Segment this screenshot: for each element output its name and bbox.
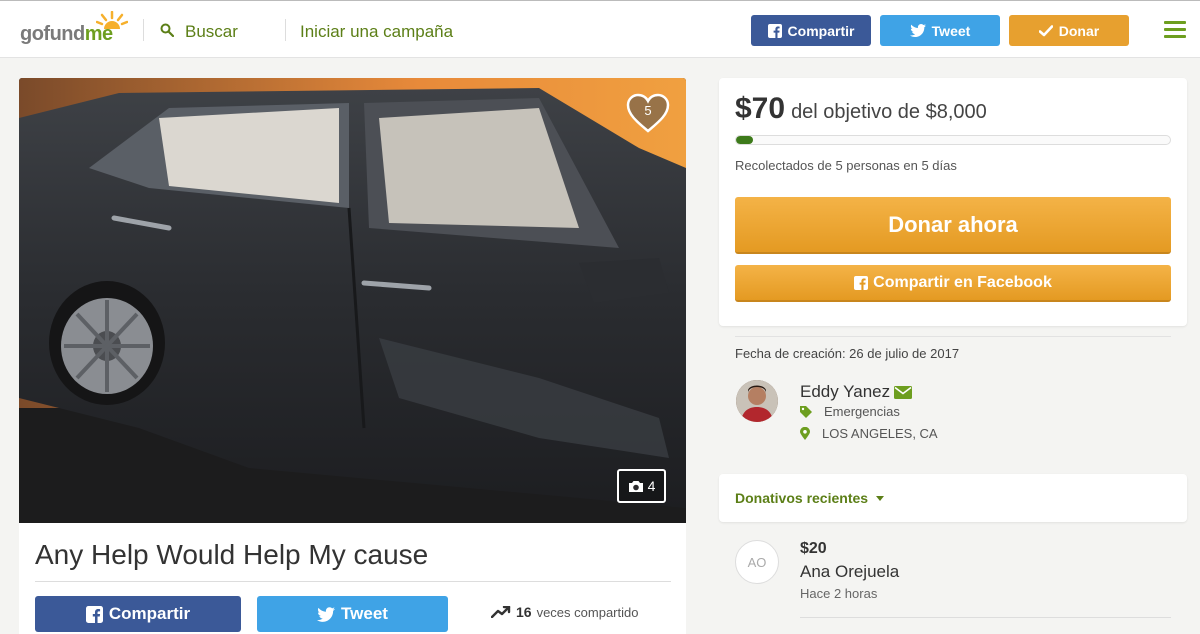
check-icon (1038, 24, 1053, 36)
facebook-icon (767, 23, 782, 38)
donor-avatar: AO (735, 540, 779, 584)
tweet-button[interactable]: Tweet (257, 596, 448, 632)
start-campaign-link[interactable]: Iniciar una campaña (300, 22, 453, 42)
location-label: LOS ANGELES, CA (822, 426, 938, 441)
share-count-label: veces compartido (536, 604, 639, 620)
organizer-avatar[interactable] (736, 380, 778, 422)
created-date: Fecha de creación: 26 de julio de 2017 (735, 346, 960, 361)
recent-donations-title: Donativos recientes (735, 490, 869, 506)
chevron-down-icon (876, 495, 885, 501)
facebook-icon (85, 605, 103, 623)
gofundme-logo[interactable]: gofundme (20, 11, 130, 45)
donation-amount: $20 (800, 540, 827, 557)
photo-count: 4 (647, 478, 656, 494)
trending-icon (491, 606, 511, 618)
divider (143, 19, 144, 41)
raised-amount: $70 (735, 92, 786, 125)
campaign-category[interactable]: Emergencias (800, 404, 900, 419)
divider (35, 581, 671, 582)
menu-icon[interactable] (1164, 21, 1186, 39)
logo-wordmark: gofundme (20, 23, 113, 45)
divider (735, 336, 1171, 337)
search-icon[interactable] (160, 23, 174, 37)
donor-name: Ana Orejuela (800, 562, 900, 581)
goal-text: del objetivo de $8,000 (791, 101, 987, 123)
header-tweet-button[interactable]: Tweet (880, 15, 1000, 46)
share-count-value: 16 (516, 604, 532, 620)
header-donate-label: Donar (1058, 22, 1100, 39)
campaign-title: Any Help Would Help My cause (35, 539, 429, 570)
tag-icon (800, 405, 812, 418)
share-on-facebook-label: Compartir en Facebook (873, 273, 1052, 291)
damaged-car-image (19, 78, 686, 523)
donation-time: Hace 2 horas (800, 586, 878, 601)
top-navigation-bar: gofundme Buscar Iniciar una campaña Comp… (0, 0, 1200, 58)
twitter-icon (909, 24, 926, 37)
header-donate-button[interactable]: Donar (1009, 15, 1129, 46)
recent-donations-toggle[interactable]: Donativos recientes (719, 474, 1187, 522)
progress-fill (736, 136, 754, 144)
divider (800, 617, 1171, 618)
envelope-icon[interactable] (894, 385, 913, 399)
category-label: Emergencias (824, 404, 900, 419)
header-share-label: Compartir (787, 22, 855, 39)
donate-now-button[interactable]: Donar ahora (735, 197, 1171, 254)
collected-summary: Recolectados de 5 personas en 5 días (735, 158, 957, 173)
search-link[interactable]: Buscar (185, 22, 238, 42)
header-tweet-label: Tweet (931, 22, 971, 39)
location-pin-icon (800, 427, 810, 440)
header-share-facebook-button[interactable]: Compartir (751, 15, 871, 46)
divider (285, 19, 286, 41)
camera-icon (628, 480, 643, 492)
organizer-name[interactable]: Eddy Yanez (800, 382, 913, 402)
heart-count: 5 (644, 103, 652, 118)
facebook-icon (854, 275, 869, 290)
tweet-label: Tweet (341, 604, 388, 623)
progress-bar (735, 135, 1171, 145)
organizer-name-text: Eddy Yanez (800, 382, 891, 401)
share-on-facebook-button[interactable]: Compartir en Facebook (735, 265, 1171, 302)
donation-card: $70 del objetivo de $8,000 Recolectados … (719, 78, 1187, 326)
photo-gallery-button[interactable]: 4 (617, 469, 666, 503)
campaign-details-card: Any Help Would Help My cause Compartir T… (19, 523, 686, 634)
twitter-icon (317, 606, 336, 622)
recent-donations-header[interactable]: Donativos recientes (735, 490, 885, 506)
share-label: Compartir (108, 604, 191, 623)
share-count: 16 veces compartido (491, 604, 638, 620)
campaign-photo[interactable] (19, 78, 686, 523)
funding-status: $70 del objetivo de $8,000 (735, 92, 987, 126)
share-facebook-button[interactable]: Compartir (35, 596, 241, 632)
campaign-location: LOS ANGELES, CA (800, 426, 938, 441)
